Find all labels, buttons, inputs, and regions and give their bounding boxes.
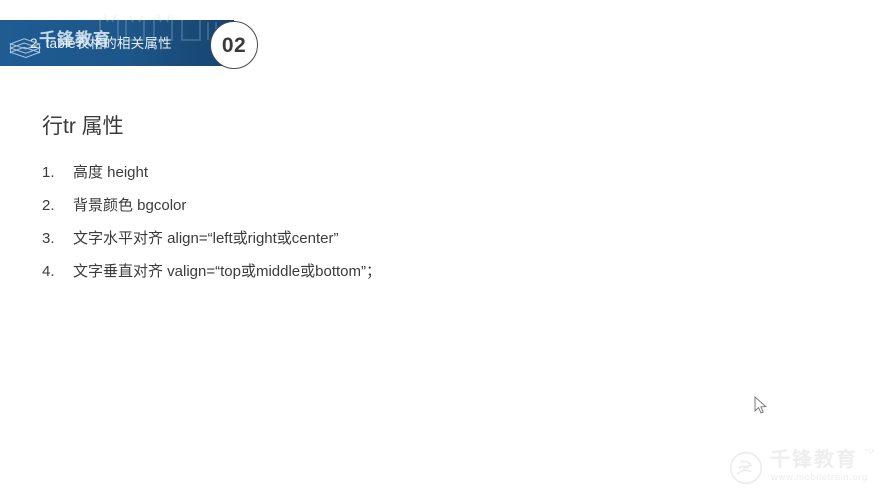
list-item-number: 3. bbox=[42, 230, 55, 247]
list-item-text: 高度 height bbox=[73, 164, 149, 181]
qianfeng-logo-icon bbox=[729, 451, 763, 485]
mouse-cursor-icon bbox=[754, 396, 768, 414]
section-number-label: 02 bbox=[221, 33, 247, 57]
property-list: 1. 高度 height 2. 背景颜色 bgcolor 3. 文字水平对齐 a… bbox=[42, 156, 822, 288]
footer-logo-brand: 千锋教育 bbox=[770, 449, 858, 471]
list-item-number: 2. bbox=[42, 197, 55, 214]
list-item: 1. 高度 height bbox=[42, 156, 822, 189]
list-item-number: 1. bbox=[42, 164, 55, 181]
footer-logo-trademark: TM bbox=[864, 449, 875, 456]
footer-logo-url: www.mobiletrain.org bbox=[771, 472, 868, 483]
list-item-text: 背景颜色 bgcolor bbox=[73, 197, 187, 214]
header-title: 2. table表格的相关属性 bbox=[30, 36, 172, 51]
list-item: 4. 文字垂直对齐 valign=“top或middle或bottom”； bbox=[42, 255, 822, 288]
content-heading: 行tr 属性 bbox=[42, 115, 124, 138]
list-item: 3. 文字水平对齐 align=“left或right或center” bbox=[42, 222, 822, 255]
list-item-text: 文字水平对齐 align=“left或right或center” bbox=[73, 230, 339, 247]
list-item-text: 文字垂直对齐 valign=“top或middle或bottom”； bbox=[73, 263, 382, 280]
footer-logo-watermark: 千锋教育 TM www.mobiletrain.org bbox=[728, 448, 880, 492]
slide-content: 行tr 属性 1. 高度 height 2. 背景颜色 bgcolor 3. 文… bbox=[42, 112, 822, 288]
section-number-badge: 02 bbox=[210, 21, 258, 69]
slide-canvas: 千锋教育 2. table表格的相关属性 02 行tr 属性 1. 高度 hei… bbox=[0, 0, 889, 500]
list-item: 2. 背景颜色 bgcolor bbox=[42, 189, 822, 222]
list-item-number: 4. bbox=[42, 263, 55, 280]
